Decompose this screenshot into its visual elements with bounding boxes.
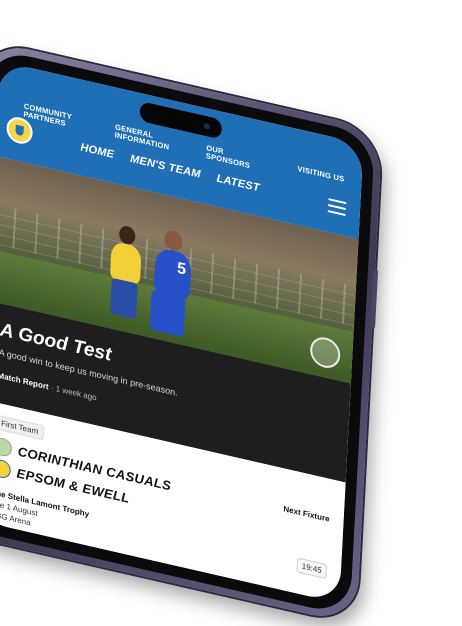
nav-general-information[interactable]: GENERAL INFORMATION bbox=[114, 122, 171, 152]
nav-visiting-us[interactable]: VISITING US bbox=[297, 164, 354, 194]
nav-our-sponsors[interactable]: OUR SPONSORS bbox=[206, 143, 263, 173]
next-fixture-label: Next Fixture bbox=[283, 504, 330, 524]
camera-icon bbox=[203, 122, 210, 130]
nav-latest[interactable]: LATEST bbox=[216, 173, 260, 195]
home-crest-icon bbox=[0, 436, 13, 459]
away-crest-icon bbox=[0, 457, 12, 480]
nav-mens-team[interactable]: MEN'S TEAM bbox=[130, 153, 201, 181]
menu-icon[interactable] bbox=[327, 198, 347, 217]
story-category: Match Report bbox=[0, 370, 49, 392]
kickoff-time: 19:45 bbox=[296, 557, 328, 580]
story-time: 1 week ago bbox=[55, 384, 97, 403]
nav-community-partners[interactable]: COMMUNITY PARTNERS bbox=[23, 101, 80, 131]
shirt-number: 5 bbox=[176, 259, 187, 279]
player-graphic bbox=[109, 277, 138, 320]
team-tag: First Team bbox=[0, 414, 45, 441]
phone-screen: COMMUNITY PARTNERS GENERAL INFORMATION O… bbox=[0, 60, 364, 604]
nav-home[interactable]: HOME bbox=[80, 141, 114, 161]
player-graphic bbox=[149, 289, 186, 338]
phone-device: COMMUNITY PARTNERS GENERAL INFORMATION O… bbox=[0, 39, 383, 626]
